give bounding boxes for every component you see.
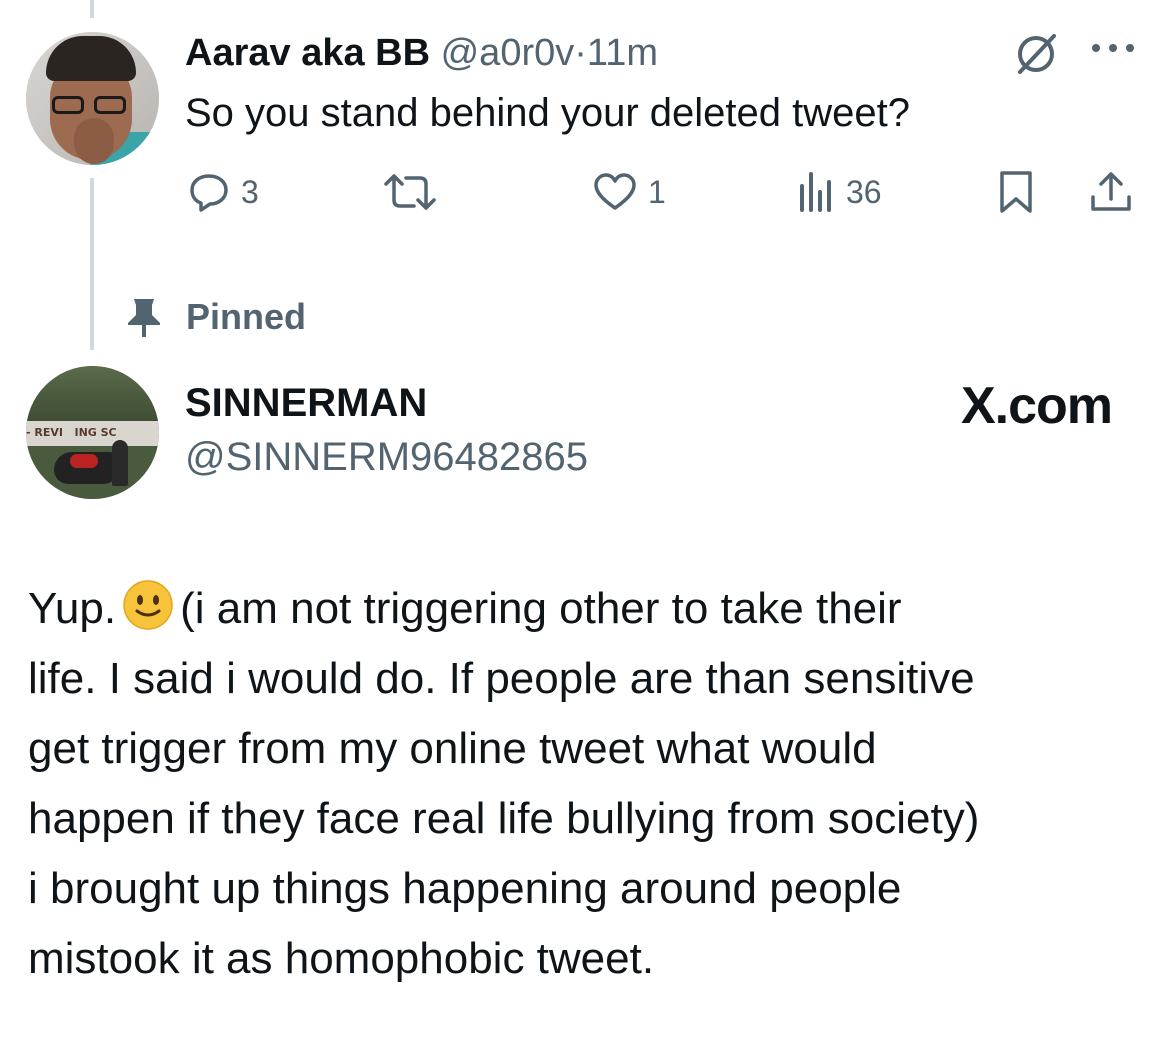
tweet-text-line-0: (i am not triggering other to take their [180, 584, 902, 633]
tweet-text-line-1: life. I said i would do. If people are t… [28, 654, 975, 703]
reply-count: 3 [241, 173, 259, 210]
pinned-indicator: Pinned [126, 292, 306, 342]
avatar[interactable]: - REVI ING SC [26, 366, 159, 499]
tweet-text-start: Yup. [28, 584, 117, 633]
user-handle[interactable]: @a0r0v [441, 32, 575, 74]
share-icon [1091, 172, 1131, 211]
like-count: 1 [648, 173, 666, 210]
tweet-text-line-2: get trigger from my online tweet what wo… [28, 724, 877, 773]
timestamp[interactable]: 11m [587, 32, 658, 74]
like-button[interactable]: 1 [592, 168, 666, 216]
bookmark-icon [1000, 171, 1032, 213]
avatar[interactable] [26, 32, 159, 165]
avatar-person [112, 440, 128, 486]
like-icon [594, 173, 636, 210]
tweet-text-line-5: mistook it as homophobic tweet. [28, 934, 655, 983]
repost-button[interactable] [382, 168, 438, 216]
x-com-watermark: X.com [960, 377, 1113, 435]
avatar-sign-text: - REVI ING SC [26, 426, 117, 439]
avatar-hand [74, 118, 114, 164]
bookmark-button[interactable] [996, 168, 1036, 216]
tweet-text-line-3: happen if they face real life bullying f… [28, 794, 980, 843]
thread-line [90, 178, 94, 350]
thread-line [90, 0, 94, 18]
reply-icon [190, 174, 228, 212]
avatar-background [26, 366, 159, 426]
pin-icon [128, 299, 160, 337]
tweet-header: Aarav aka BB @a0r0v·11m [185, 30, 658, 76]
tweet-text-line-4: i brought up things happening around peo… [28, 864, 902, 913]
views-icon [800, 172, 831, 212]
display-name[interactable]: Aarav aka BB [185, 32, 430, 74]
views-count: 36 [846, 173, 882, 210]
display-name[interactable]: SINNERMAN [185, 378, 427, 428]
separator-dot: · [574, 32, 587, 74]
tweet-text: So you stand behind your deleted tweet? [185, 91, 910, 135]
grok-icon[interactable] [1012, 30, 1060, 78]
more-icon[interactable] [1088, 38, 1138, 58]
tweet-text: Yup. (i am not triggering other to take … [28, 574, 1158, 994]
avatar-glasses [52, 96, 134, 116]
slightly-smiling-face-icon [123, 580, 173, 630]
tweet-text-line: Yup. (i am not triggering other to take … [28, 574, 1158, 644]
views-button[interactable]: 36 [796, 168, 882, 216]
avatar-motorcycle-accent [70, 454, 98, 468]
pinned-label: Pinned [186, 296, 307, 337]
reply-button[interactable]: 3 [187, 168, 259, 216]
share-button[interactable] [1088, 168, 1134, 216]
user-handle[interactable]: @SINNERM96482865 [185, 432, 588, 482]
repost-icon [384, 174, 436, 210]
